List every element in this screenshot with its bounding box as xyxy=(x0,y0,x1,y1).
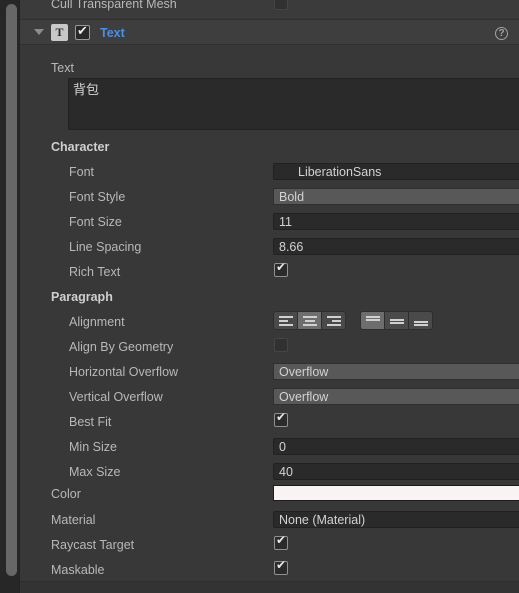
foldout-triangle-icon[interactable] xyxy=(34,29,44,35)
material-object-field[interactable]: None (Material) xyxy=(273,511,519,528)
text-value: 背包 xyxy=(73,82,100,97)
help-icon[interactable]: ? xyxy=(495,27,508,40)
checkmark-icon: ✔ xyxy=(276,558,287,572)
inspector-content: Cull Transparent Mesh T ✔ Text ? Text 背包… xyxy=(19,0,519,593)
best-fit-checkbox[interactable]: ✔ xyxy=(274,410,288,427)
max-size-input[interactable]: 40 xyxy=(273,463,519,480)
color-label: Color xyxy=(51,487,81,501)
vertical-overflow-dropdown[interactable]: Overflow xyxy=(273,388,519,405)
vertical-overflow-label: Vertical Overflow xyxy=(69,390,163,404)
cull-transparent-mesh-label: Cull Transparent Mesh xyxy=(51,0,177,11)
text-property-label: Text xyxy=(51,61,74,75)
checkmark-icon: ✔ xyxy=(276,533,287,547)
text-value-textarea[interactable]: 背包 xyxy=(68,78,519,130)
raycast-target-checkbox[interactable]: ✔ xyxy=(274,533,288,550)
checkmark-icon: ✔ xyxy=(276,260,287,274)
vertical-scrollbar-track[interactable] xyxy=(0,0,19,593)
font-style-dropdown[interactable]: Bold xyxy=(273,188,519,205)
checkmark-icon: ✔ xyxy=(77,23,88,38)
align-middle-button[interactable] xyxy=(384,311,409,330)
font-style-label: Font Style xyxy=(69,190,126,204)
font-object-field[interactable]: LiberationSans xyxy=(273,163,519,180)
align-top-button[interactable] xyxy=(360,311,385,330)
text-component-header[interactable]: T ✔ Text ? xyxy=(20,19,519,45)
align-by-geometry-checkbox[interactable] xyxy=(274,338,288,352)
maskable-checkbox[interactable]: ✔ xyxy=(274,558,288,575)
align-by-geometry-label: Align By Geometry xyxy=(69,340,174,354)
rich-text-label: Rich Text xyxy=(69,265,121,279)
color-swatch[interactable] xyxy=(273,485,519,501)
raycast-target-label: Raycast Target xyxy=(51,538,135,552)
max-size-label: Max Size xyxy=(69,465,121,479)
font-size-label: Font Size xyxy=(69,215,122,229)
maskable-label: Maskable xyxy=(51,563,105,577)
inspector-panel: Cull Transparent Mesh T ✔ Text ? Text 背包… xyxy=(0,0,519,593)
component-title: Text xyxy=(100,26,125,40)
line-spacing-input[interactable]: 8.66 xyxy=(273,238,519,255)
section-heading-paragraph: Paragraph xyxy=(51,290,113,304)
line-spacing-label: Line Spacing xyxy=(69,240,142,254)
align-right-button[interactable] xyxy=(321,311,346,330)
horizontal-alignment-group xyxy=(273,311,350,330)
align-left-button[interactable] xyxy=(273,311,298,330)
component-enabled-checkbox[interactable]: ✔ xyxy=(75,23,90,40)
horizontal-overflow-dropdown[interactable]: Overflow xyxy=(273,363,519,380)
section-heading-character: Character xyxy=(51,140,110,154)
vertical-scrollbar-thumb[interactable] xyxy=(6,4,17,576)
align-center-button[interactable] xyxy=(297,311,322,330)
cull-transparent-mesh-checkbox[interactable] xyxy=(274,0,288,10)
text-component-icon: T xyxy=(51,24,68,41)
checkmark-icon: ✔ xyxy=(276,410,287,424)
vertical-alignment-group xyxy=(360,311,437,330)
material-label: Material xyxy=(51,513,96,527)
font-size-input[interactable]: 11 xyxy=(273,213,519,230)
min-size-label: Min Size xyxy=(69,440,117,454)
font-label: Font xyxy=(69,165,95,179)
horizontal-overflow-label: Horizontal Overflow xyxy=(69,365,179,379)
inspector-bottom-area xyxy=(20,582,519,593)
alignment-label: Alignment xyxy=(69,315,125,329)
best-fit-label: Best Fit xyxy=(69,415,112,429)
min-size-input[interactable]: 0 xyxy=(273,438,519,455)
row-cull-transparent-mesh: Cull Transparent Mesh xyxy=(20,0,519,18)
rich-text-checkbox[interactable]: ✔ xyxy=(274,260,288,277)
align-bottom-button[interactable] xyxy=(408,311,433,330)
